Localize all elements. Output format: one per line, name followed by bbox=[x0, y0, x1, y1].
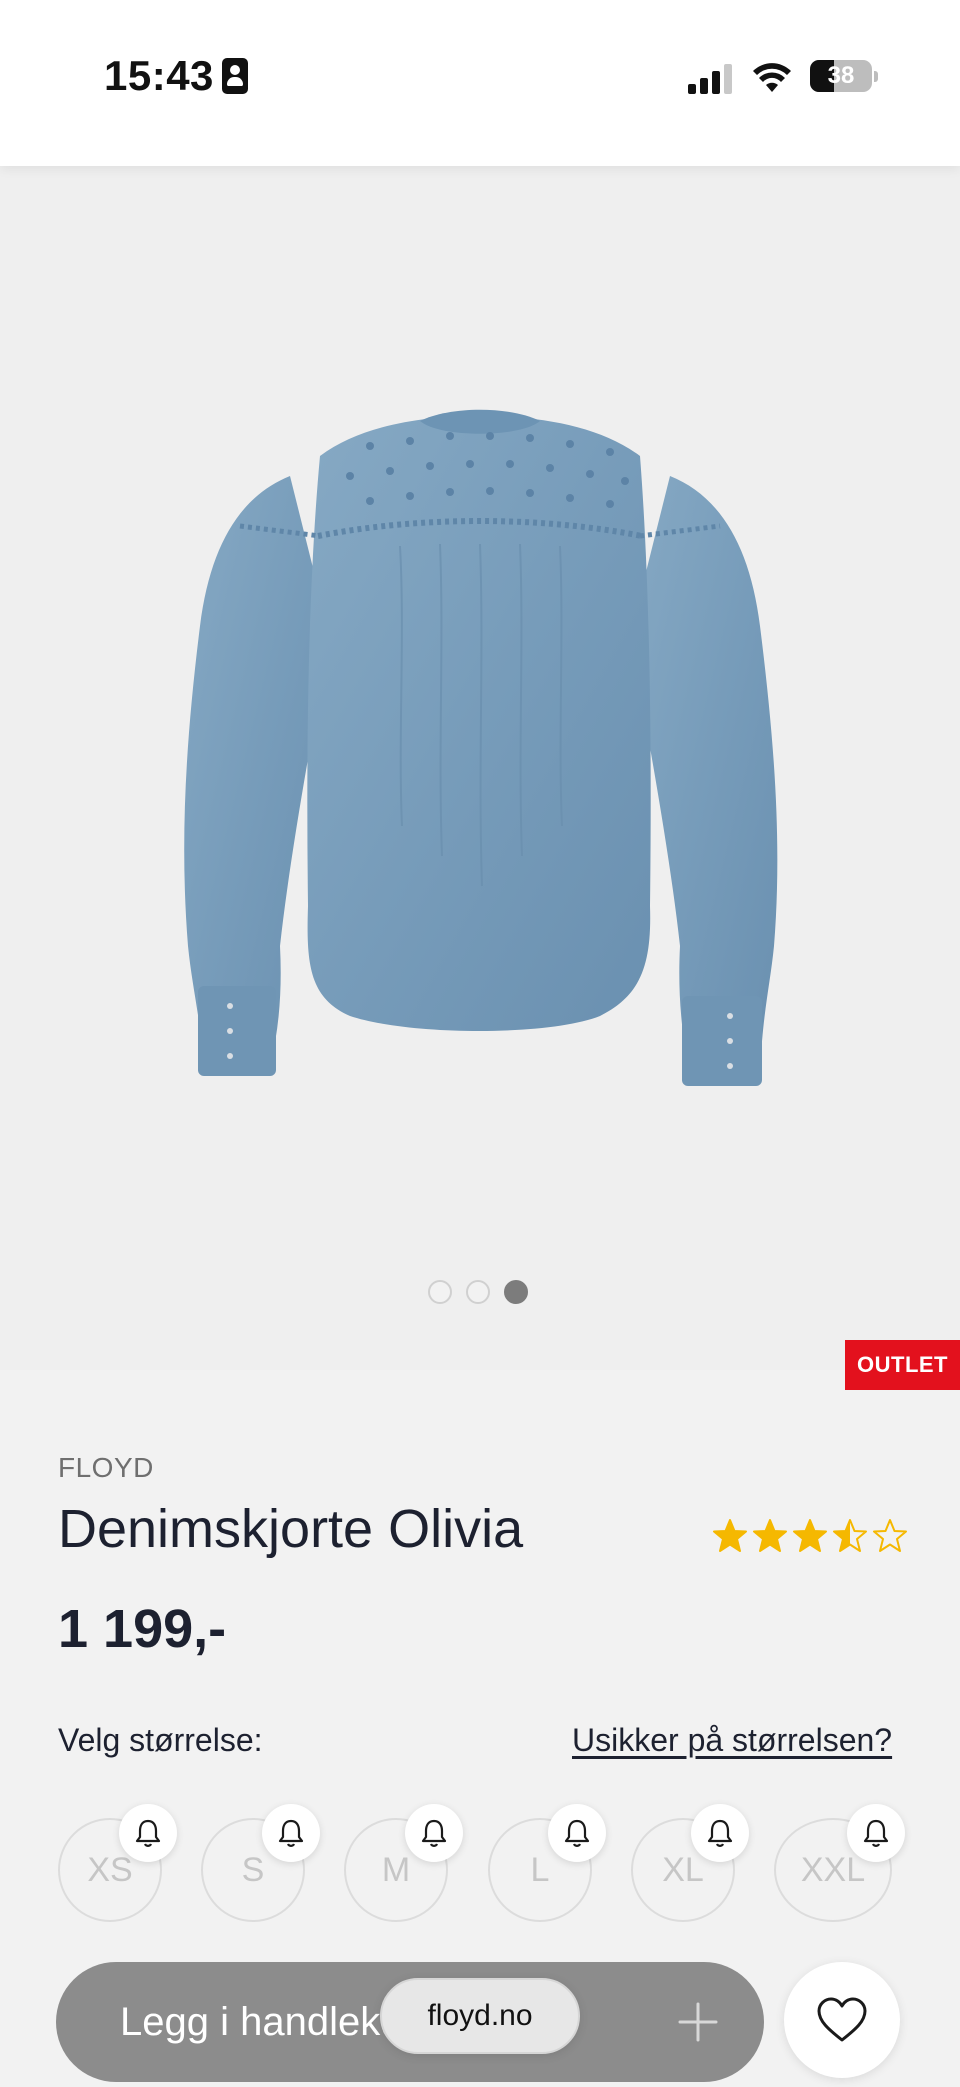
outlet-badge: OUTLET bbox=[845, 1340, 960, 1390]
battery-cap bbox=[874, 71, 878, 82]
status-bar: 15:43 38 bbox=[0, 0, 960, 166]
bell-icon[interactable] bbox=[847, 1804, 905, 1862]
product-title: Denimskjorte Olivia bbox=[58, 1499, 524, 1559]
bell-icon[interactable] bbox=[119, 1804, 177, 1862]
bell-icon[interactable] bbox=[548, 1804, 606, 1862]
star-empty-icon bbox=[873, 1519, 907, 1552]
bell-icon[interactable] bbox=[691, 1804, 749, 1862]
brand-name[interactable]: FLOYD bbox=[58, 1452, 154, 1484]
cellular-signal-icon bbox=[688, 62, 734, 94]
size-guide-link[interactable]: Usikker på størrelsen? bbox=[572, 1722, 892, 1759]
product-image[interactable] bbox=[170, 386, 790, 1126]
star-full-icon bbox=[793, 1519, 827, 1552]
gallery-dot[interactable] bbox=[428, 1280, 452, 1304]
bell-icon[interactable] bbox=[262, 1804, 320, 1862]
bell-icon[interactable] bbox=[405, 1804, 463, 1862]
heart-outline-icon bbox=[817, 1997, 867, 2042]
star-full-icon bbox=[713, 1519, 747, 1552]
gallery-dot-active[interactable] bbox=[504, 1280, 528, 1304]
battery-level: 38 bbox=[827, 62, 855, 89]
rating-stars[interactable] bbox=[712, 1518, 908, 1554]
wishlist-button[interactable] bbox=[784, 1962, 900, 2078]
product-gallery[interactable] bbox=[0, 166, 960, 1370]
gallery-dot[interactable] bbox=[466, 1280, 490, 1304]
wifi-icon bbox=[753, 63, 791, 92]
browser-url-pill[interactable]: floyd.no bbox=[380, 1978, 580, 2054]
plus-icon bbox=[678, 2002, 718, 2042]
star-full-icon bbox=[753, 1519, 787, 1552]
battery-icon: 38 bbox=[810, 60, 872, 92]
person-card-icon bbox=[222, 58, 248, 94]
size-label: Velg størrelse: bbox=[58, 1722, 263, 1758]
star-half-icon bbox=[833, 1519, 867, 1552]
product-price: 1 199,- bbox=[58, 1599, 227, 1659]
status-time: 15:43 bbox=[104, 52, 214, 99]
gallery-pagination[interactable] bbox=[428, 1280, 528, 1304]
